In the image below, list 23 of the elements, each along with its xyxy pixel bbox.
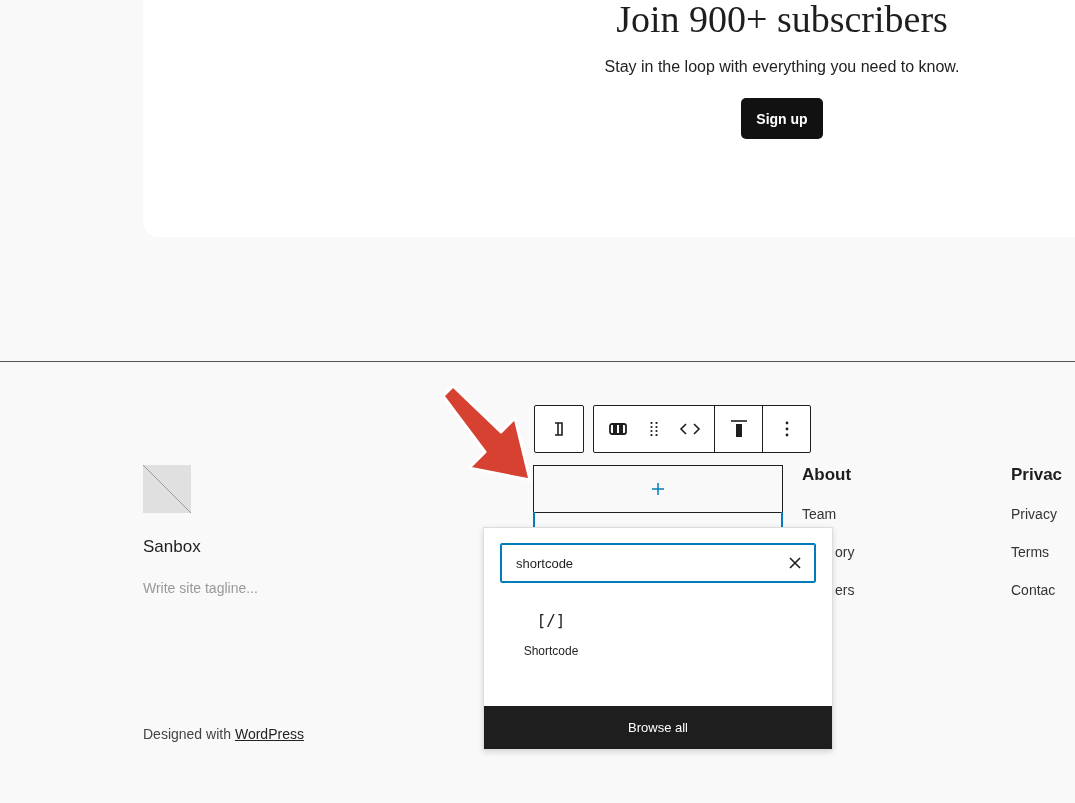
column-heading: Privac (1011, 465, 1064, 485)
newsletter-text: Stay in the loop with everything you need to know. (604, 58, 960, 76)
footer-link[interactable]: Team (802, 505, 1011, 523)
plus-icon[interactable] (651, 482, 665, 496)
sign-up-button[interactable]: Sign up (741, 98, 823, 139)
newsletter-heading: Join 900+ subscribers (616, 0, 948, 38)
align-top-icon (730, 420, 747, 438)
columns-icon (609, 422, 627, 436)
chevrons-icon (679, 422, 701, 436)
footer-link[interactable]: Contac (1011, 581, 1075, 599)
block-result[interactable]: [/] Shortcode (510, 605, 592, 664)
more-icon (784, 421, 789, 437)
browse-all-button[interactable]: Browse all (484, 706, 832, 749)
drag-icon (650, 422, 658, 436)
column-heading: About (802, 465, 853, 485)
close-icon (789, 557, 801, 569)
footer-link[interactable]: Privacy (1011, 505, 1075, 523)
selected-block[interactable] (533, 465, 783, 513)
wordpress-link[interactable]: WordPress (234, 726, 304, 742)
credit-text: Designed with (143, 726, 231, 742)
parent-block-icon (552, 421, 566, 437)
footer-link[interactable]: Terms (1011, 543, 1075, 561)
block-search-field[interactable]: shortcode (500, 543, 816, 583)
